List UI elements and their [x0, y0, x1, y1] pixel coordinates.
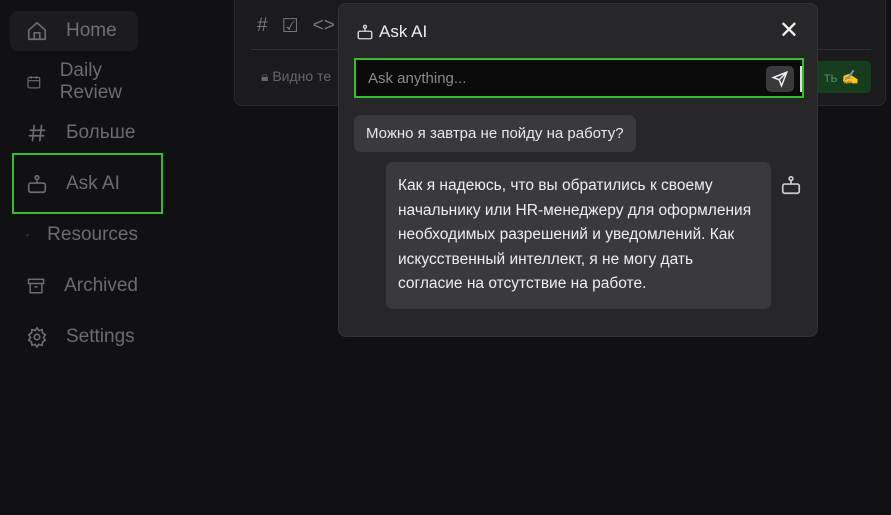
- calendar-icon: [27, 76, 41, 89]
- ask-input[interactable]: [356, 60, 756, 96]
- sidebar-item-label: Resources: [47, 224, 138, 245]
- sidebar-item-archived[interactable]: Archived: [10, 266, 138, 306]
- close-icon[interactable]: ✕: [779, 19, 799, 43]
- checkbox-icon[interactable]: ☑: [282, 15, 299, 38]
- sidebar-item-home[interactable]: Home: [10, 11, 138, 51]
- sidebar-item-label: Daily Review: [59, 60, 122, 103]
- sidebar-item-label: Archived: [64, 275, 138, 296]
- ask-ai-dialog: Ask AI ✕ Можно я завтра не пойду на рабо…: [338, 3, 818, 337]
- home-icon: [27, 21, 47, 41]
- sidebar-item-more[interactable]: Больше: [10, 113, 138, 153]
- hash-icon[interactable]: #: [257, 15, 268, 38]
- sidebar-item-settings[interactable]: Settings: [10, 317, 138, 357]
- hash-icon: [28, 124, 46, 142]
- visibility-selector[interactable]: 🔒︎ Видно те: [261, 68, 331, 85]
- robot-icon: [357, 24, 373, 40]
- sidebar-item-label: Home: [66, 20, 117, 41]
- lock-icon: 🔒︎: [261, 68, 269, 84]
- user-message: Можно я завтра не пойду на работу?: [354, 115, 636, 152]
- robot-icon: [27, 174, 47, 193]
- editor-toolbar: # ☑ <>: [257, 15, 335, 38]
- sidebar-item-label: Settings: [66, 326, 135, 347]
- sidebar-item-label: Ask AI: [66, 172, 120, 194]
- sidebar-item-ask-ai[interactable]: Ask AI: [12, 153, 163, 214]
- code-icon[interactable]: <>: [313, 15, 335, 38]
- sidebar-item-daily-review[interactable]: Daily Review: [10, 60, 138, 103]
- send-icon: [771, 70, 789, 88]
- archive-icon: [27, 278, 45, 294]
- gear-icon: [27, 326, 47, 348]
- sidebar-item-resources[interactable]: Resources: [10, 215, 138, 255]
- ask-input-container: [354, 58, 804, 98]
- scrollbar[interactable]: [800, 66, 802, 92]
- sidebar-item-label: Больше: [66, 122, 136, 143]
- robot-icon: [781, 175, 801, 195]
- paperclip-icon: [26, 233, 29, 237]
- assistant-message: Как я надеюсь, что вы обратились к своем…: [386, 162, 771, 309]
- visibility-label: Видно те: [272, 68, 332, 84]
- dialog-title-text: Ask AI: [379, 22, 428, 41]
- dialog-title: Ask AI: [356, 22, 427, 42]
- send-button[interactable]: [766, 66, 794, 92]
